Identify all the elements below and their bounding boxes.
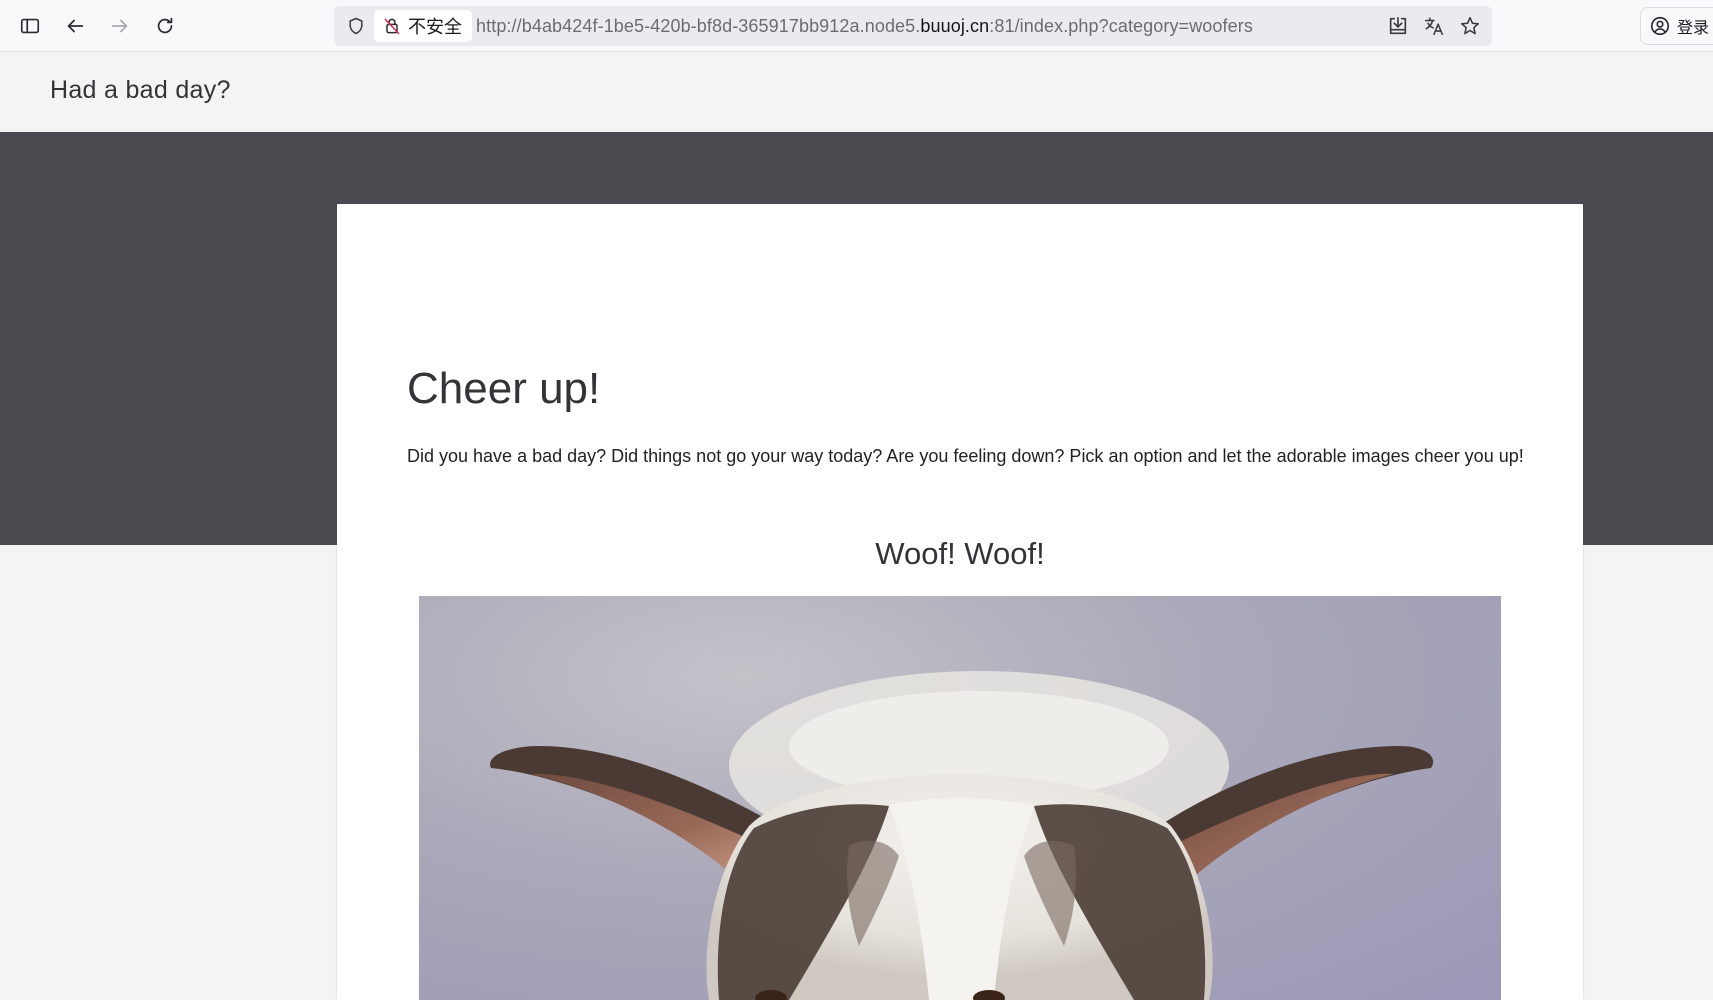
- site-header: Had a bad day?: [0, 52, 1713, 132]
- shield-icon: [349, 17, 363, 35]
- url-host: buuoj.cn: [920, 16, 990, 36]
- save-page-button[interactable]: [1382, 10, 1414, 42]
- url-prefix: http://b4ab424f-1be5-420b-bf8d-365917bb9…: [476, 16, 921, 36]
- translate-icon: [1424, 17, 1444, 36]
- reload-icon: [157, 17, 173, 34]
- section-title: Woof! Woof!: [875, 536, 1045, 571]
- forward-button[interactable]: [102, 8, 138, 44]
- intro-text: Did you have a bad day? Did things not g…: [407, 446, 1524, 466]
- bookmark-button[interactable]: [1454, 10, 1486, 42]
- site-title[interactable]: Had a bad day?: [50, 76, 231, 105]
- dog-illustration: [490, 671, 1434, 1000]
- translate-button[interactable]: [1418, 10, 1450, 42]
- forward-arrow-icon: [111, 19, 128, 33]
- security-label: 不安全: [408, 17, 462, 38]
- dog-image: [419, 596, 1501, 1000]
- sidebar-icon: [20, 18, 40, 34]
- star-icon: [1460, 16, 1480, 35]
- download-icon: [1389, 16, 1407, 35]
- sidebar-toggle-button[interactable]: [12, 8, 48, 44]
- url-actions: [1382, 10, 1486, 42]
- account-icon: [1650, 16, 1670, 36]
- page-title: Cheer up!: [407, 364, 601, 413]
- site-security-indicator[interactable]: 不安全: [374, 10, 472, 42]
- browser-toolbar: 不安全 http://b4ab424f-1be5-420b-bf8d-36591…: [0, 0, 1713, 52]
- account-button[interactable]: 登录: [1640, 7, 1713, 45]
- tracking-protection-button[interactable]: [342, 12, 370, 40]
- insecure-lock-icon: [384, 18, 400, 35]
- address-bar[interactable]: 不安全 http://b4ab424f-1be5-420b-bf8d-36591…: [334, 6, 1492, 46]
- account-label: 登录: [1677, 18, 1710, 37]
- content-card: Cheer up! Did you have a bad day? Did th…: [337, 204, 1583, 1000]
- back-arrow-icon: [67, 19, 84, 33]
- url-text[interactable]: http://b4ab424f-1be5-420b-bf8d-365917bb9…: [476, 6, 1253, 46]
- url-suffix: :81/index.php?category=woofers: [989, 16, 1253, 36]
- back-button[interactable]: [57, 8, 93, 44]
- reload-button[interactable]: [147, 8, 183, 44]
